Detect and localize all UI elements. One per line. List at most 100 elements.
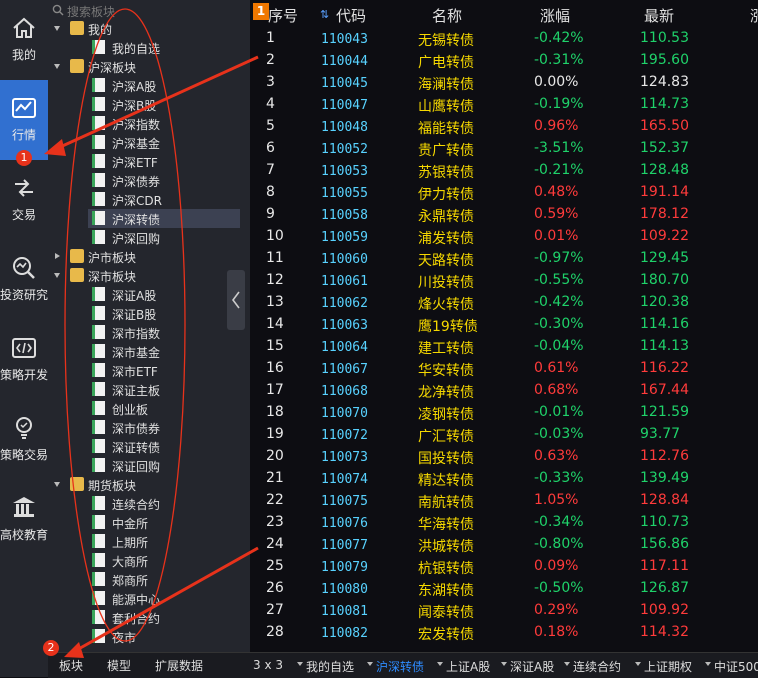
table-row[interactable]: 9 110058 永鼎转债 0.59% 178.12 (250, 205, 758, 227)
table-row[interactable]: 16 110067 华安转债 0.61% 116.22 (250, 359, 758, 381)
tree-leaf[interactable]: 上期所 (88, 532, 240, 551)
tree-leaf[interactable]: 深证主板 (88, 380, 240, 399)
tree-leaf[interactable]: 深市指数 (88, 323, 240, 342)
caret-down-icon[interactable] (54, 26, 60, 31)
tree-leaf[interactable]: 沪深A股 (88, 76, 240, 95)
nav-item-exchange[interactable]: 交易 (0, 160, 48, 240)
sheet-tab[interactable]: 我的自选 (306, 658, 354, 675)
column-header[interactable]: 序号 (268, 5, 298, 26)
table-row[interactable]: 20 110073 国投转债 0.63% 112.76 (250, 447, 758, 469)
tree-leaf[interactable]: 深市债券 (88, 418, 240, 437)
nav-item-chart[interactable]: 行情 (0, 80, 48, 160)
tree-leaf[interactable]: 深证转债 (88, 437, 240, 456)
caret-down-icon[interactable] (54, 64, 60, 69)
caret-down-icon[interactable] (501, 662, 507, 666)
tab-left-0[interactable]: 板块 (59, 657, 83, 674)
table-row[interactable]: 11 110060 天路转债 -0.97% 129.45 (250, 249, 758, 271)
caret-down-icon[interactable] (705, 662, 711, 666)
tree-leaf[interactable]: 创业板 (88, 399, 240, 418)
tree-leaf[interactable]: 能源中心 (88, 589, 240, 608)
table-row[interactable]: 18 110070 凌钢转债 -0.01% 121.59 (250, 403, 758, 425)
table-row[interactable]: 6 110052 贵广转债 -3.51% 152.37 (250, 139, 758, 161)
tree-leaf[interactable]: 沪深ETF (88, 152, 240, 171)
tree-leaf[interactable]: 沪深B股 (88, 95, 240, 114)
sheet-tab[interactable]: 连续合约 (573, 658, 621, 675)
tree-leaf[interactable]: 深证回购 (88, 456, 240, 475)
table-row[interactable]: 27 110081 闻泰转债 0.29% 109.92 (250, 601, 758, 623)
table-row[interactable]: 10 110059 浦发转债 0.01% 109.22 (250, 227, 758, 249)
table-row[interactable]: 12 110061 川投转债 -0.55% 180.70 (250, 271, 758, 293)
tree-leaf[interactable]: 沪深CDR (88, 190, 240, 209)
layout-grid-label[interactable]: 3 x 3 (253, 658, 283, 672)
tree-leaf[interactable]: 夜市 (88, 627, 240, 646)
caret-down-icon[interactable] (367, 662, 373, 666)
tree-leaf[interactable]: 沪深基金 (88, 133, 240, 152)
table-row[interactable]: 25 110079 杭银转债 0.09% 117.11 (250, 557, 758, 579)
tree-leaf[interactable]: 中金所 (88, 513, 240, 532)
table-row[interactable]: 24 110077 洪城转债 -0.80% 156.86 (250, 535, 758, 557)
nav-item-research[interactable]: 投资研究 (0, 240, 48, 320)
tree-group[interactable]: 我的 (54, 19, 240, 38)
table-row[interactable]: 26 110080 东湖转债 -0.50% 126.87 (250, 579, 758, 601)
caret-down-icon[interactable] (437, 662, 443, 666)
caret-down-icon[interactable] (635, 662, 641, 666)
tree-leaf[interactable]: 郑商所 (88, 570, 240, 589)
caret-right-icon[interactable] (55, 253, 60, 259)
tree-leaf[interactable]: 沪深指数 (88, 114, 240, 133)
nav-item-home[interactable]: 我的 (0, 0, 48, 80)
caret-down-icon[interactable] (54, 273, 60, 278)
nav-item-bulb[interactable]: 策略交易 (0, 400, 48, 480)
collapse-panel-button[interactable] (227, 270, 245, 330)
table-row[interactable]: 1 110043 无锡转债 -0.42% 110.53 (250, 29, 758, 51)
tab-left-1[interactable]: 模型 (107, 657, 131, 674)
sheet-tab[interactable]: 深证A股 (510, 658, 554, 675)
sheet-tab[interactable]: 沪深转债 (376, 658, 424, 675)
tree-leaf[interactable]: 连续合约 (88, 494, 240, 513)
caret-down-icon[interactable] (564, 662, 570, 666)
table-row[interactable]: 22 110075 南航转债 1.05% 128.84 (250, 491, 758, 513)
tree-group[interactable]: 沪市板块 (54, 247, 240, 266)
table-row[interactable]: 8 110055 伊力转债 0.48% 191.14 (250, 183, 758, 205)
table-row[interactable]: 13 110062 烽火转债 -0.42% 120.38 (250, 293, 758, 315)
tree-leaf[interactable]: 深市ETF (88, 361, 240, 380)
tree-group[interactable]: 期货板块 (54, 475, 240, 494)
sector-search[interactable]: 搜索板块 (50, 1, 250, 20)
sheet-tab[interactable]: 上证A股 (446, 658, 490, 675)
tree-leaf[interactable]: 深证B股 (88, 304, 240, 323)
table-row[interactable]: 14 110063 鹰19转债 -0.30% 114.16 (250, 315, 758, 337)
table-row[interactable]: 28 110082 宏发转债 0.18% 114.32 (250, 623, 758, 645)
table-row[interactable]: 7 110053 苏银转债 -0.21% 128.48 (250, 161, 758, 183)
tab-left-2[interactable]: 扩展数据 (155, 657, 203, 674)
table-row[interactable]: 19 110072 广汇转债 -0.03% 93.77 (250, 425, 758, 447)
tree-leaf[interactable]: 沪深转债 (88, 209, 240, 228)
table-row[interactable]: 23 110076 华海转债 -0.34% 110.73 (250, 513, 758, 535)
tree-leaf[interactable]: 沪深债券 (88, 171, 240, 190)
nav-item-education[interactable]: 高校教育 (0, 480, 48, 560)
table-row[interactable]: 3 110045 海澜转债 0.00% 124.83 (250, 73, 758, 95)
tree-group[interactable]: 深市板块 (54, 266, 240, 285)
column-header[interactable]: 代码 (336, 5, 366, 26)
table-row[interactable]: 21 110074 精达转债 -0.33% 139.49 (250, 469, 758, 491)
tree-leaf[interactable]: 套利合约 (88, 608, 240, 627)
tree-leaf[interactable]: 深证A股 (88, 285, 240, 304)
column-header[interactable]: 名称 (432, 5, 462, 26)
nav-item-code[interactable]: 策略开发 (0, 320, 48, 400)
column-header[interactable]: 涨幅 (540, 5, 570, 26)
tree-leaf[interactable]: 深市基金 (88, 342, 240, 361)
tree-leaf[interactable]: 沪深回购 (88, 228, 240, 247)
table-row[interactable]: 17 110068 龙净转债 0.68% 167.44 (250, 381, 758, 403)
sort-icon[interactable]: ⇅ (320, 8, 329, 21)
tree-group[interactable]: 沪深板块 (54, 57, 240, 76)
caret-down-icon[interactable] (54, 482, 60, 487)
sheet-tab[interactable]: 上证期权 (644, 658, 692, 675)
tree-leaf[interactable]: 我的自选 (88, 38, 240, 57)
column-header[interactable]: 最新 (644, 5, 674, 26)
sheet-tab[interactable]: 中证500 (714, 658, 758, 675)
column-header[interactable]: 涨 (750, 5, 758, 26)
table-row[interactable]: 4 110047 山鹰转债 -0.19% 114.73 (250, 95, 758, 117)
caret-down-icon[interactable] (297, 662, 303, 666)
table-row[interactable]: 2 110044 广电转债 -0.31% 195.60 (250, 51, 758, 73)
tree-leaf[interactable]: 大商所 (88, 551, 240, 570)
table-row[interactable]: 15 110064 建工转债 -0.04% 114.13 (250, 337, 758, 359)
table-row[interactable]: 5 110048 福能转债 0.96% 165.50 (250, 117, 758, 139)
